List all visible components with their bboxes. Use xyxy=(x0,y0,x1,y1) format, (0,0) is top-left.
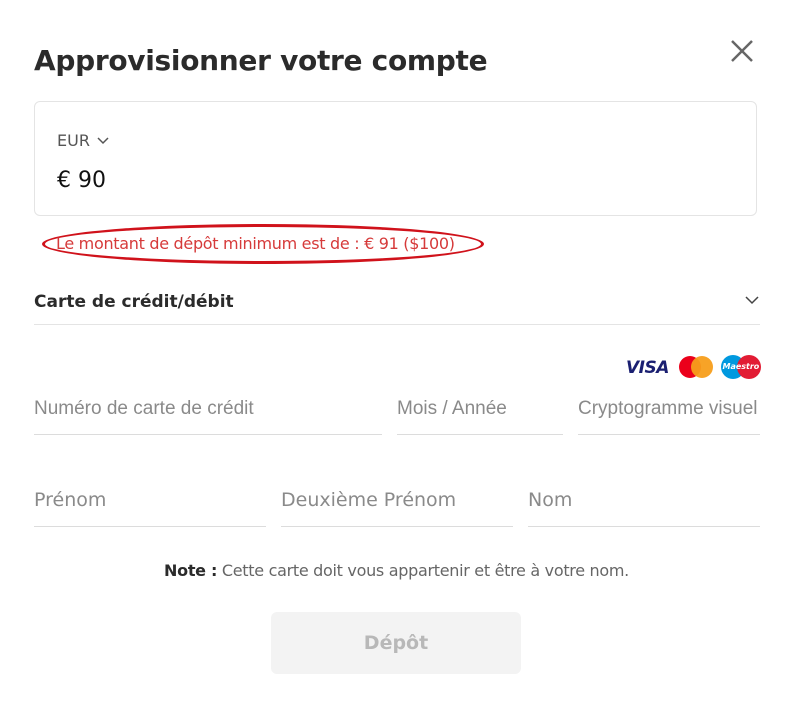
payment-method-select[interactable]: Carte de crédit/débit xyxy=(34,278,760,325)
visa-logo: VISA xyxy=(626,358,669,378)
cvv-field[interactable]: Cryptogramme visuel xyxy=(578,398,760,435)
amount-box: EUR € 90 xyxy=(34,101,757,216)
last-name-field[interactable]: Nom xyxy=(528,489,760,527)
mastercard-logo xyxy=(678,356,713,378)
middle-name-field[interactable]: Deuxième Prénom xyxy=(281,489,513,527)
expiry-field[interactable]: Mois / Année xyxy=(397,398,563,435)
modal-title: Approvisionner votre compte xyxy=(34,44,488,77)
first-name-field[interactable]: Prénom xyxy=(34,489,266,527)
note-label: Note : xyxy=(164,561,218,580)
chevron-down-icon xyxy=(97,136,109,144)
close-icon[interactable] xyxy=(727,36,757,66)
card-ownership-note: Note : Cette carte doit vous appartenir … xyxy=(0,561,793,580)
min-deposit-error: Le montant de dépôt minimum est de : € 9… xyxy=(56,234,455,253)
last-name-placeholder: Nom xyxy=(528,489,573,511)
card-number-field[interactable]: Numéro de carte de crédit xyxy=(34,398,382,435)
chevron-down-icon xyxy=(745,296,759,305)
card-number-placeholder: Numéro de carte de crédit xyxy=(34,398,254,419)
amount-input[interactable]: € 90 xyxy=(57,168,106,193)
note-text: Cette carte doit vous appartenir et être… xyxy=(217,561,629,580)
first-name-placeholder: Prénom xyxy=(34,489,107,511)
payment-method-label: Carte de crédit/débit xyxy=(34,292,234,312)
currency-label: EUR xyxy=(57,131,90,150)
currency-dropdown[interactable]: EUR xyxy=(57,131,110,150)
cvv-placeholder: Cryptogramme visuel xyxy=(578,398,758,419)
middle-name-placeholder: Deuxième Prénom xyxy=(281,489,457,511)
card-logos: VISA Maestro xyxy=(626,354,761,380)
expiry-placeholder: Mois / Année xyxy=(397,398,507,419)
deposit-button[interactable]: Dépôt xyxy=(271,612,521,674)
maestro-logo: Maestro xyxy=(720,355,761,379)
